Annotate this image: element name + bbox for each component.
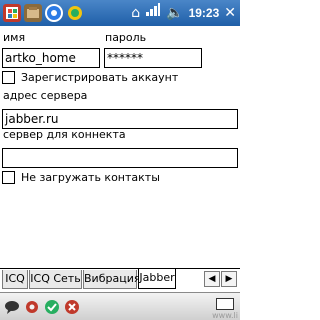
no-contacts-label: Не загружать контакты <box>21 170 160 184</box>
bottom-toolbar: www.li <box>0 292 240 320</box>
tab-icq[interactable]: ICQ <box>2 270 28 289</box>
no-contacts-checkbox[interactable] <box>2 170 15 184</box>
settings-gear-icon[interactable] <box>24 299 40 315</box>
tab-icq-network[interactable]: ICQ Сеть <box>29 270 82 289</box>
ok-check-icon[interactable] <box>44 299 60 315</box>
register-account-checkbox-row[interactable]: Зарегистрировать аккаунт <box>2 69 178 85</box>
cancel-icon[interactable] <box>64 299 80 315</box>
close-icon[interactable]: ✕ <box>224 3 236 23</box>
chat-icon[interactable] <box>4 299 20 315</box>
server-address-field[interactable]: jabber.ru <box>2 109 238 129</box>
status-icon[interactable] <box>45 4 63 22</box>
connect-server-field[interactable] <box>2 148 238 168</box>
password-label: пароль <box>105 31 147 44</box>
keyboard-icon[interactable] <box>216 298 234 310</box>
password-field[interactable]: ****** <box>104 48 202 68</box>
watermark-text: www.li <box>212 311 238 320</box>
username-field[interactable]: artko_home <box>2 48 100 68</box>
home-icon[interactable]: ⌂ <box>131 3 140 23</box>
no-contacts-checkbox-row[interactable]: Не загружать контакты <box>2 169 160 185</box>
signal-icon <box>145 3 161 23</box>
register-account-checkbox[interactable] <box>2 70 15 84</box>
tab-jabber[interactable]: Jabber <box>138 269 176 289</box>
server-address-label: адрес сервера <box>3 89 88 102</box>
start-menu-icon[interactable] <box>3 4 21 22</box>
register-account-label: Зарегистрировать аккаунт <box>21 70 179 84</box>
connect-server-label: сервер для коннекта <box>3 128 126 141</box>
network-icon[interactable] <box>66 4 84 22</box>
clock-time[interactable]: 19:23 <box>189 6 220 20</box>
username-label: имя <box>3 31 26 44</box>
tab-scroll-left-button[interactable]: ◀ <box>204 271 220 287</box>
app-icon[interactable] <box>24 4 42 22</box>
tab-scroll-right-button[interactable]: ▶ <box>221 271 237 287</box>
tab-bar: ICQ ICQ Сеть Вибрация Jabber ◀ ▶ <box>0 268 240 289</box>
volume-icon[interactable]: 🔈 <box>166 3 183 23</box>
tab-vibration[interactable]: Вибрация <box>83 270 140 289</box>
title-bar: ⌂ 🔈 19:23 ✕ <box>0 0 240 26</box>
